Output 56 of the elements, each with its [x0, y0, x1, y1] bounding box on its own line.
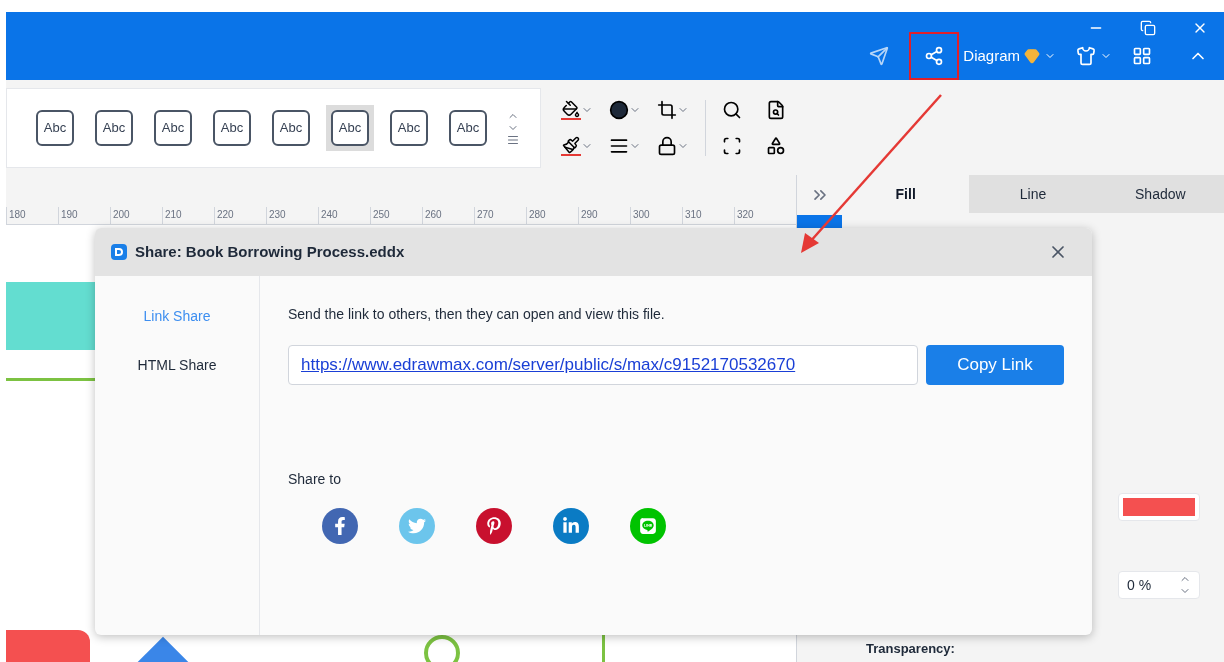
document-search-icon[interactable] — [766, 99, 786, 120]
color-swatch[interactable] — [1118, 493, 1200, 521]
ruler-label: 210 — [162, 207, 214, 224]
panel-tab[interactable] — [797, 215, 842, 229]
lock-icon[interactable] — [657, 135, 677, 156]
send-icon[interactable] — [869, 46, 890, 66]
ruler-label: 310 — [682, 207, 734, 224]
grid-icon[interactable] — [1132, 46, 1152, 66]
ruler-label: 250 — [370, 207, 422, 224]
copy-link-button[interactable]: Copy Link — [926, 345, 1064, 385]
ruler-label: 260 — [422, 207, 474, 224]
style-preset[interactable]: Abc — [272, 109, 310, 146]
ruler-label: 220 — [214, 207, 266, 224]
ruler-label: 240 — [318, 207, 370, 224]
share-tab[interactable]: HTML Share — [137, 355, 217, 376]
ruler-label: 190 — [58, 207, 110, 224]
fill-bucket-icon[interactable] — [561, 99, 581, 120]
ruler-label: 180 — [6, 207, 58, 224]
brush-icon[interactable] — [561, 135, 581, 156]
share-icon — [924, 46, 945, 66]
panel-tab[interactable]: Shadow — [1096, 175, 1224, 213]
style-preset[interactable]: Abc — [449, 109, 487, 146]
style-preset[interactable]: Abc — [331, 109, 369, 146]
style-preset[interactable]: Abc — [213, 109, 251, 146]
crop-icon[interactable] — [657, 99, 677, 120]
share-to-label: Share to — [288, 470, 342, 489]
ruler-label: 290 — [578, 207, 630, 224]
ruler-label: 300 — [630, 207, 682, 224]
pinterest-icon[interactable] — [476, 508, 512, 544]
expand-icon[interactable] — [507, 133, 519, 146]
share-link[interactable]: https://www.edrawmax.com/server/public/s/max/c9152170532670 — [301, 352, 796, 378]
facebook-icon[interactable] — [322, 508, 358, 544]
style-preset[interactable]: Abc — [36, 109, 74, 146]
transparency-label: Transparency: — [866, 640, 956, 658]
ruler-label: 280 — [526, 207, 578, 224]
shape-icon[interactable] — [609, 99, 629, 120]
ruler-label: 200 — [110, 207, 162, 224]
ruler-label: 230 — [266, 207, 318, 224]
fit-page-icon[interactable] — [722, 135, 742, 156]
diagram-menu[interactable]: Diagram — [963, 44, 1020, 68]
share-description: Send the link to others, then they can open and view this file. — [288, 305, 666, 324]
style-preset[interactable]: Abc — [390, 109, 428, 146]
style-preset[interactable]: Abc — [95, 109, 133, 146]
link-field[interactable]: https://www.edrawmax.com/server/public/s/max/c9152170532670 — [288, 345, 918, 385]
diamond-icon — [1024, 48, 1040, 64]
shirt-icon[interactable] — [1076, 46, 1096, 66]
style-preset[interactable]: Abc — [154, 109, 192, 146]
ruler-label: 270 — [474, 207, 526, 224]
linkedin-icon[interactable] — [553, 508, 589, 544]
dialog-title: Share: Book Borrowing Process.eddx — [135, 241, 405, 262]
panel-tab[interactable]: Line — [969, 175, 1097, 213]
search-icon[interactable] — [722, 99, 742, 120]
restore-icon[interactable] — [1140, 20, 1156, 36]
share-button[interactable] — [909, 32, 960, 80]
ruler-label: 320 — [734, 207, 786, 224]
app-logo-icon — [111, 244, 127, 260]
